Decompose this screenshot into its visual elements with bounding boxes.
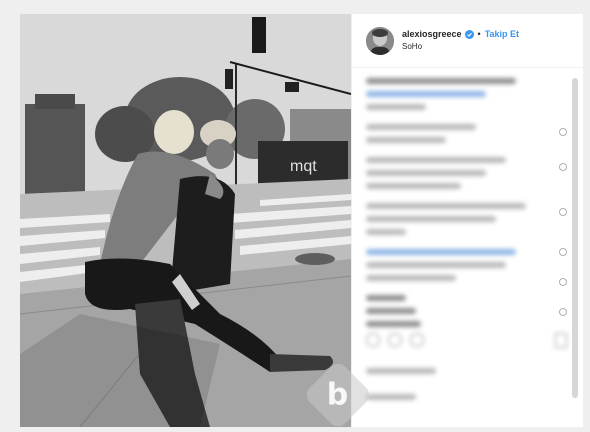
comment-like-icon[interactable] <box>559 278 567 286</box>
avatar[interactable] <box>366 26 394 55</box>
photo-scene: mqt <box>20 14 351 427</box>
username-link[interactable]: alexiosgreece <box>402 29 462 40</box>
comment-like-icon[interactable] <box>559 308 567 316</box>
post-photo[interactable]: mqt <box>20 14 351 427</box>
like-icon[interactable] <box>366 333 380 347</box>
post-actions <box>366 333 424 347</box>
separator-dot: • <box>477 28 481 39</box>
instagram-post-embed: mqt alexiosgreece • Takip Et SoHo b <box>0 0 590 432</box>
post-side-panel: alexiosgreece • Takip Et SoHo <box>351 14 583 427</box>
post-header: alexiosgreece • Takip Et SoHo <box>352 14 583 68</box>
truck-sign: mqt <box>290 158 317 175</box>
follow-button[interactable]: Takip Et <box>485 29 519 40</box>
verified-badge-icon <box>464 30 474 39</box>
share-icon[interactable] <box>410 333 424 347</box>
location-link[interactable]: SoHo <box>402 42 519 52</box>
comment-icon[interactable] <box>388 333 402 347</box>
blurred-footer <box>366 368 436 407</box>
comments-scrollbar[interactable] <box>572 78 578 398</box>
comment-like-icon[interactable] <box>559 163 567 171</box>
bookmark-icon[interactable] <box>555 333 567 348</box>
comments-section <box>352 68 583 426</box>
comment-like-icon[interactable] <box>559 208 567 216</box>
comment-like-icon[interactable] <box>559 128 567 136</box>
avatar-image <box>366 26 394 55</box>
comment-like-icon[interactable] <box>559 248 567 256</box>
blurred-comments <box>366 78 569 327</box>
